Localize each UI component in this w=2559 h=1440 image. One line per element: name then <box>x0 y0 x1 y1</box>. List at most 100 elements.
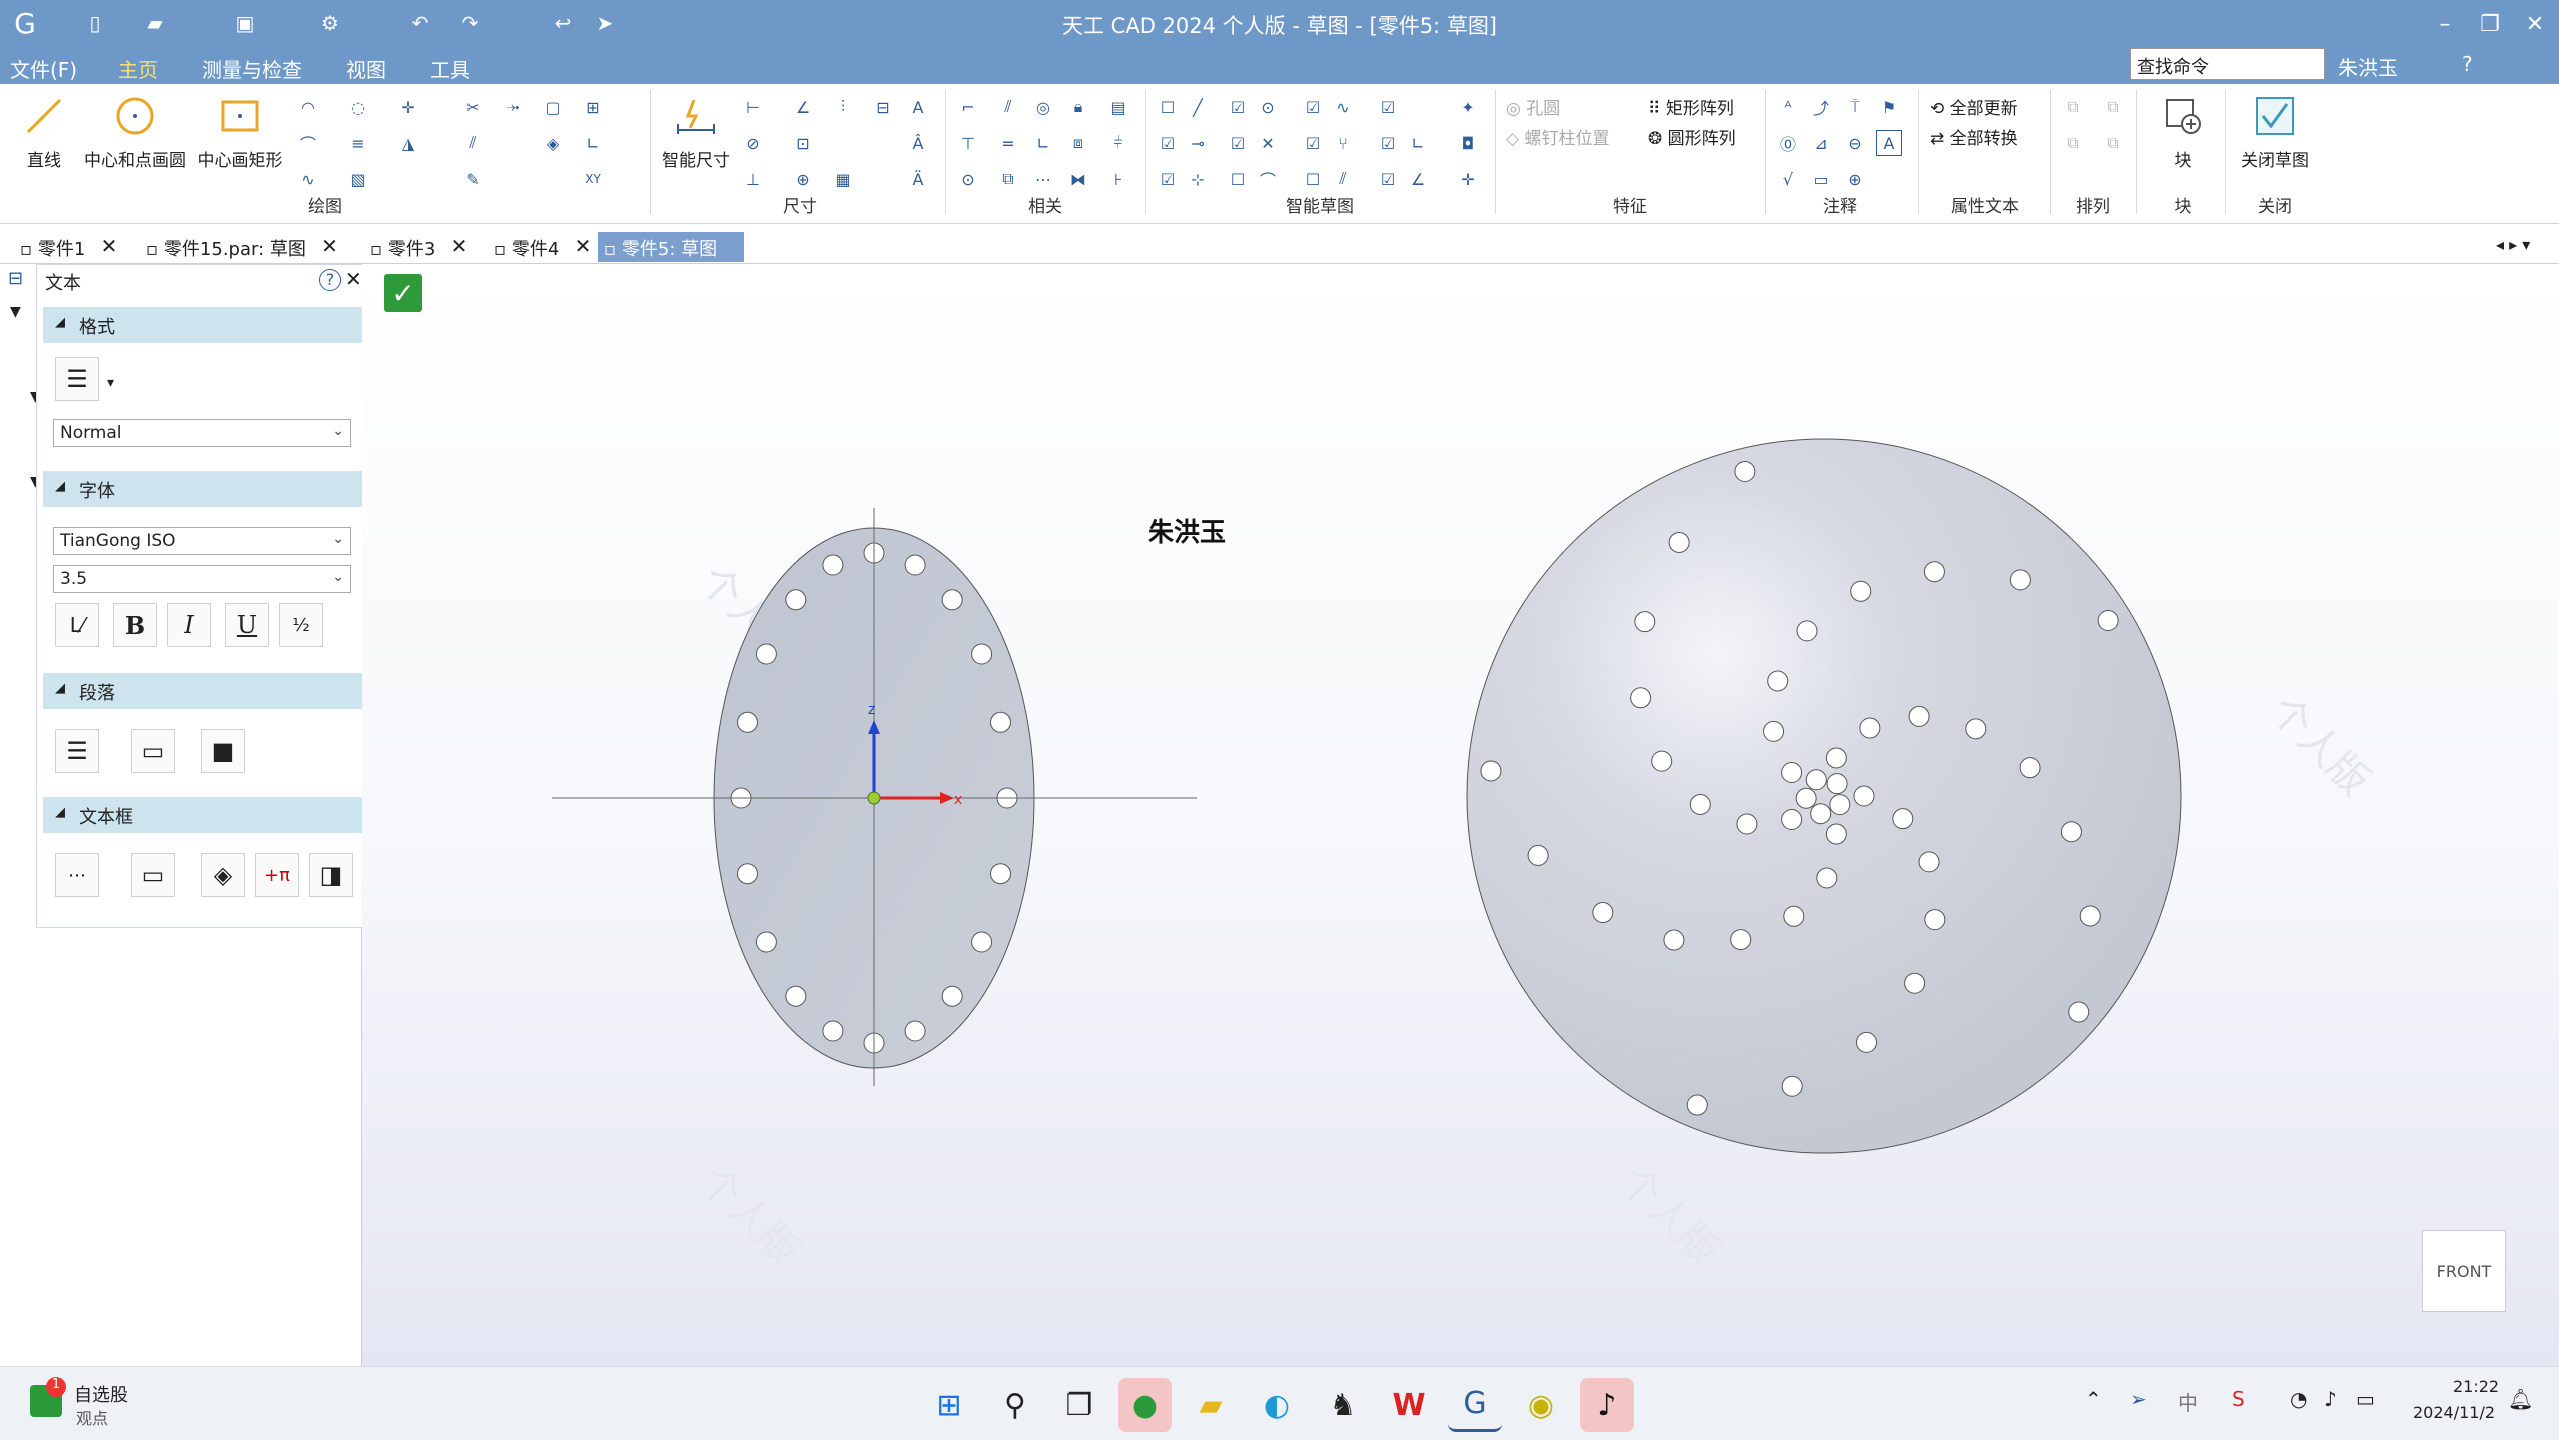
rel-mirror-icon[interactable]: ⧓ <box>1065 166 1091 192</box>
tab-part15[interactable]: ▫ 零件15.par: 草图 ✕ <box>140 232 338 262</box>
fraction-icon[interactable]: ½ <box>279 603 323 647</box>
note-surface-icon[interactable]: √ <box>1775 166 1801 192</box>
smart-tangent-icon[interactable]: ⊸ <box>1185 130 1211 156</box>
origin-point[interactable] <box>867 791 881 805</box>
border-icon[interactable]: ■ <box>201 729 245 773</box>
underline-icon[interactable]: U <box>225 603 269 647</box>
box-icon[interactable]: ▢ <box>540 94 566 120</box>
tiangong-cad-icon[interactable]: G <box>1448 1378 1502 1432</box>
close-tab-icon[interactable]: ✕ <box>575 234 592 258</box>
wps-icon[interactable]: W <box>1382 1378 1436 1432</box>
minimize-button[interactable]: – <box>2425 6 2465 42</box>
section-paragraph[interactable]: ◢ 段落 <box>43 673 365 709</box>
curve-icon[interactable]: ⌒ <box>295 130 321 156</box>
check-ang-icon[interactable]: ☑ <box>1375 166 1401 192</box>
bold-icon[interactable]: B <box>113 603 157 647</box>
file-explorer-icon[interactable]: ▰ <box>1184 1378 1238 1432</box>
text-style-icon[interactable]: ☰ <box>55 357 99 401</box>
xy-icon[interactable]: XY <box>580 166 606 192</box>
dim-chain-icon[interactable]: ⫶ <box>830 94 856 120</box>
arc-icon[interactable]: ◠ <box>295 94 321 120</box>
check-box-icon[interactable]: ☐ <box>1155 94 1181 120</box>
fill-icon[interactable]: ▧ <box>345 166 371 192</box>
note-text-icon[interactable]: A <box>1876 130 1902 156</box>
volume-icon[interactable]: ♪ <box>2324 1387 2337 1411</box>
offset-icon[interactable]: ≡ <box>345 130 371 156</box>
check-arc-icon[interactable]: ☐ <box>1225 166 1251 192</box>
arrange-up-icon[interactable]: ⧉ <box>2060 130 2086 156</box>
textbox-fit-icon[interactable]: ⋯ <box>55 853 99 897</box>
smart-corner-icon[interactable]: ∟ <box>1405 130 1431 156</box>
spline-icon[interactable]: ∿ <box>295 166 321 192</box>
stock-title[interactable]: 自选股 <box>74 1381 128 1407</box>
check-tangent-icon[interactable]: ☑ <box>1155 130 1181 156</box>
grid-icon[interactable]: ⊞ <box>580 94 606 120</box>
tab-part3[interactable]: ▫ 零件3 ✕ <box>364 232 467 262</box>
smart-cross-icon[interactable]: ✕ <box>1255 130 1281 156</box>
tray-send-icon[interactable]: ➢ <box>2130 1387 2147 1411</box>
font-select[interactable]: TianGong ISO ⌄ <box>53 527 351 555</box>
note-frame-icon[interactable]: ▭ <box>1808 166 1834 192</box>
check-curve-icon[interactable]: ☑ <box>1300 94 1326 120</box>
size-select[interactable]: 3.5 ⌄ <box>53 565 351 593</box>
close-window-button[interactable]: ✕ <box>2515 6 2555 42</box>
rel-equal-icon[interactable]: = <box>995 130 1021 156</box>
rel-symmetry-icon[interactable]: ⧈ <box>1065 130 1091 156</box>
rel-connect-icon[interactable]: ⌐ <box>955 94 981 120</box>
text-a-icon[interactable]: A <box>905 94 931 120</box>
battery-icon[interactable]: ▭ <box>2356 1387 2375 1411</box>
pattern-icon[interactable]: ◈ <box>540 130 566 156</box>
tray-s-icon[interactable]: S <box>2232 1387 2245 1411</box>
smart-dim-button[interactable]: 智能尺寸 <box>656 92 736 171</box>
menu-file[interactable]: 文件(F) <box>10 54 77 83</box>
close-panel-icon[interactable]: ✕ <box>345 267 362 291</box>
search-icon[interactable]: ⚲ <box>988 1378 1042 1432</box>
dim-coord-icon[interactable]: ⊡ <box>790 130 816 156</box>
circle-arc-icon[interactable]: ◌ <box>345 94 371 120</box>
paragraph-box-icon[interactable]: ▭ <box>131 729 175 773</box>
dim-radius-icon[interactable]: ⊘ <box>740 130 766 156</box>
text-a-down-icon[interactable]: Ä <box>905 166 931 192</box>
smart-branch-icon[interactable]: ⑂ <box>1330 130 1356 156</box>
trim-icon[interactable]: ✂ <box>460 94 486 120</box>
smart-mid-icon[interactable]: ⊹ <box>1185 166 1211 192</box>
menu-tools[interactable]: 工具 <box>430 54 470 83</box>
app-yellow-icon[interactable]: ◉ <box>1514 1378 1568 1432</box>
rel-rigid-icon[interactable]: ⧉ <box>995 166 1021 192</box>
arrange-front-icon[interactable]: ⧉ <box>2060 94 2086 120</box>
text-color-icon[interactable]: L⁄ <box>55 603 99 647</box>
rel-show-icon[interactable]: ▤ <box>1105 94 1131 120</box>
wechat-icon[interactable]: ● <box>1118 1378 1172 1432</box>
smart-line-icon[interactable]: ╱ <box>1185 94 1211 120</box>
section-font[interactable]: ◢ 字体 <box>43 471 365 507</box>
rect-array-button[interactable]: ⠿ 矩形阵列 <box>1648 94 1734 119</box>
close-tab-icon[interactable]: ✕ <box>451 234 468 258</box>
close-tab-icon[interactable]: ✕ <box>101 234 118 258</box>
section-format[interactable]: ◢ 格式 <box>43 307 365 343</box>
rel-collinear-icon[interactable]: ⋯ <box>1030 166 1056 192</box>
bolt-position-button[interactable]: ◇ 螺钉柱位置 <box>1506 124 1609 149</box>
section-textbox[interactable]: ◢ 文本框 <box>43 797 365 833</box>
close-sketch-button[interactable]: 关闭草图 <box>2230 92 2320 171</box>
tray-chevron-icon[interactable]: ⌃ <box>2085 1387 2102 1411</box>
dim-horizontal-icon[interactable]: ⊢ <box>740 94 766 120</box>
italic-icon[interactable]: I <box>167 603 211 647</box>
restore-button[interactable]: ❐ <box>2470 6 2510 42</box>
start-icon[interactable]: ⊞ <box>922 1378 976 1432</box>
tab-part1[interactable]: ▫ 零件1 ✕ <box>14 232 117 262</box>
rel-point-icon[interactable]: ⊙ <box>955 166 981 192</box>
note-flag-icon[interactable]: ⚑ <box>1876 94 1902 120</box>
rel-dim-icon[interactable]: ⊦ <box>1105 166 1131 192</box>
clock-time[interactable]: 21:22 <box>2453 1377 2499 1396</box>
sketch-origin-icon[interactable]: ✛ <box>1455 166 1481 192</box>
check-corner-icon[interactable]: ☑ <box>1375 130 1401 156</box>
move-icon[interactable]: ✛ <box>395 94 421 120</box>
rel-parallel-icon[interactable]: ⫽ <box>995 94 1021 120</box>
tree-icon[interactable]: ⊟ <box>8 268 23 289</box>
rect-tool-button[interactable]: 中心画矩形 <box>195 92 285 171</box>
check-mid-icon[interactable]: ☑ <box>1155 166 1181 192</box>
dim-angle-icon[interactable]: ∠ <box>790 94 816 120</box>
tray-input-icon[interactable]: 中 <box>2178 1387 2198 1416</box>
bullet-list-icon[interactable]: ☰ <box>55 729 99 773</box>
note-weld-icon[interactable]: ⊿ <box>1808 130 1834 156</box>
